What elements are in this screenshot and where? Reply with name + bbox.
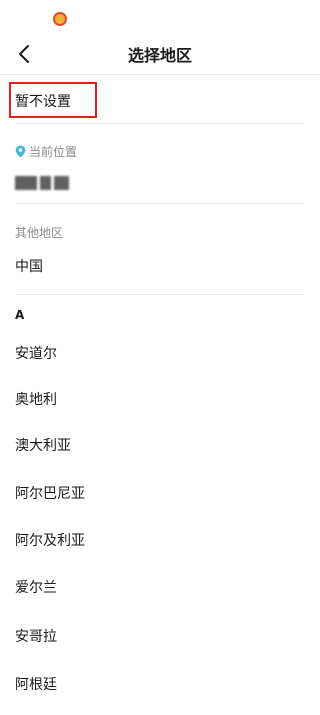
app-notification-icon <box>53 12 67 26</box>
location-pin-icon <box>15 145 26 158</box>
region-item[interactable]: 阿根廷 <box>15 674 57 694</box>
region-item[interactable]: 安哥拉 <box>15 626 57 646</box>
status-bar <box>0 0 320 36</box>
region-item[interactable]: 安道尔 <box>15 343 57 363</box>
region-item[interactable]: 阿尔巴尼亚 <box>15 483 85 503</box>
region-item[interactable]: 澳大利亚 <box>15 435 71 455</box>
header-divider <box>0 74 320 75</box>
header: 选择地区 <box>0 36 320 72</box>
not-set-option[interactable]: 暂不设置 <box>15 91 71 111</box>
other-regions-label: 其他地区 <box>15 226 64 240</box>
region-item[interactable]: 阿尔及利亚 <box>15 530 85 550</box>
divider <box>15 294 305 295</box>
current-location-label: 当前位置 <box>15 143 77 160</box>
current-location-value[interactable] <box>15 175 75 191</box>
divider <box>15 203 305 204</box>
region-item[interactable]: 爱尔兰 <box>15 577 57 597</box>
divider <box>15 123 305 124</box>
page-title: 选择地区 <box>127 46 192 65</box>
current-location-text: 当前位置 <box>29 145 78 159</box>
region-item[interactable]: 奥地利 <box>15 389 57 409</box>
region-item-china[interactable]: 中国 <box>15 256 43 276</box>
section-letter-a: A <box>15 308 25 322</box>
